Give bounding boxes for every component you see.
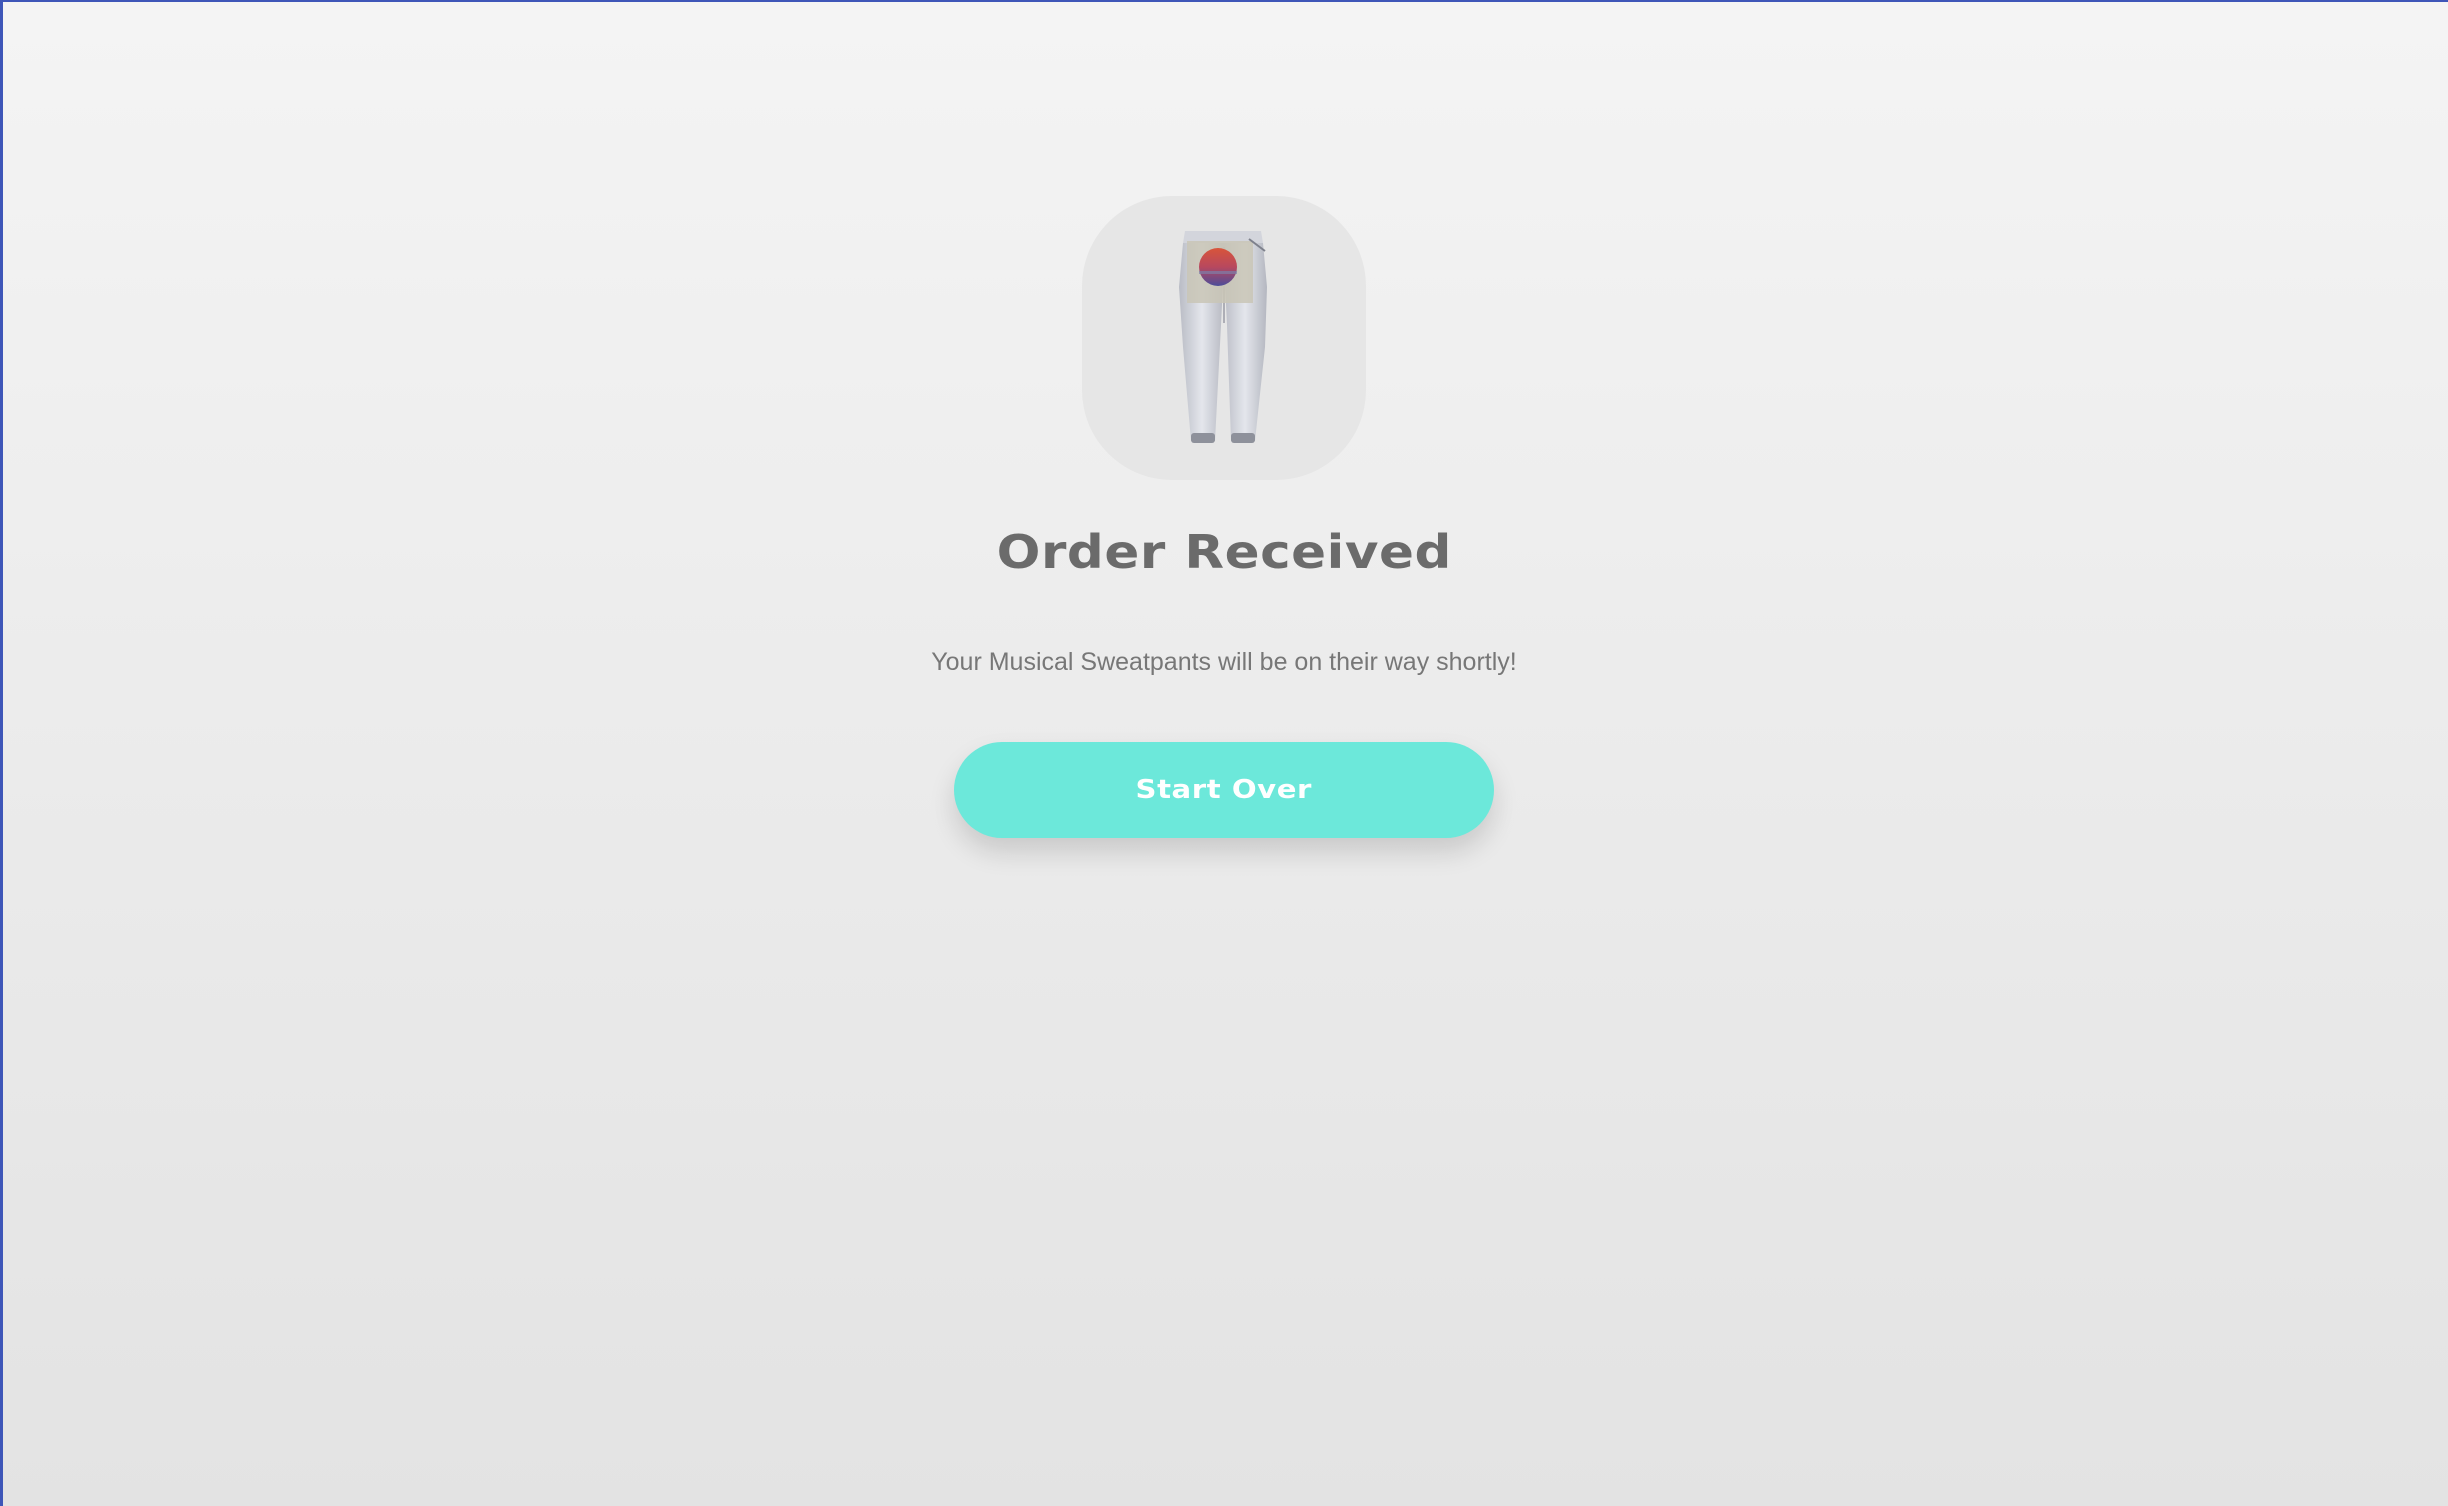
start-over-label: Start Over: [1135, 774, 1313, 805]
sweatpants-icon: [1179, 231, 1267, 443]
confirmation-message: Your Musical Sweatpants will be on their…: [931, 647, 1517, 676]
order-confirmation: Order Received Your Musical Sweatpants w…: [0, 196, 2448, 838]
product-image-tile: [1082, 196, 1366, 480]
page-title: Order Received: [996, 525, 1452, 579]
start-over-button[interactable]: Start Over: [954, 741, 1494, 838]
